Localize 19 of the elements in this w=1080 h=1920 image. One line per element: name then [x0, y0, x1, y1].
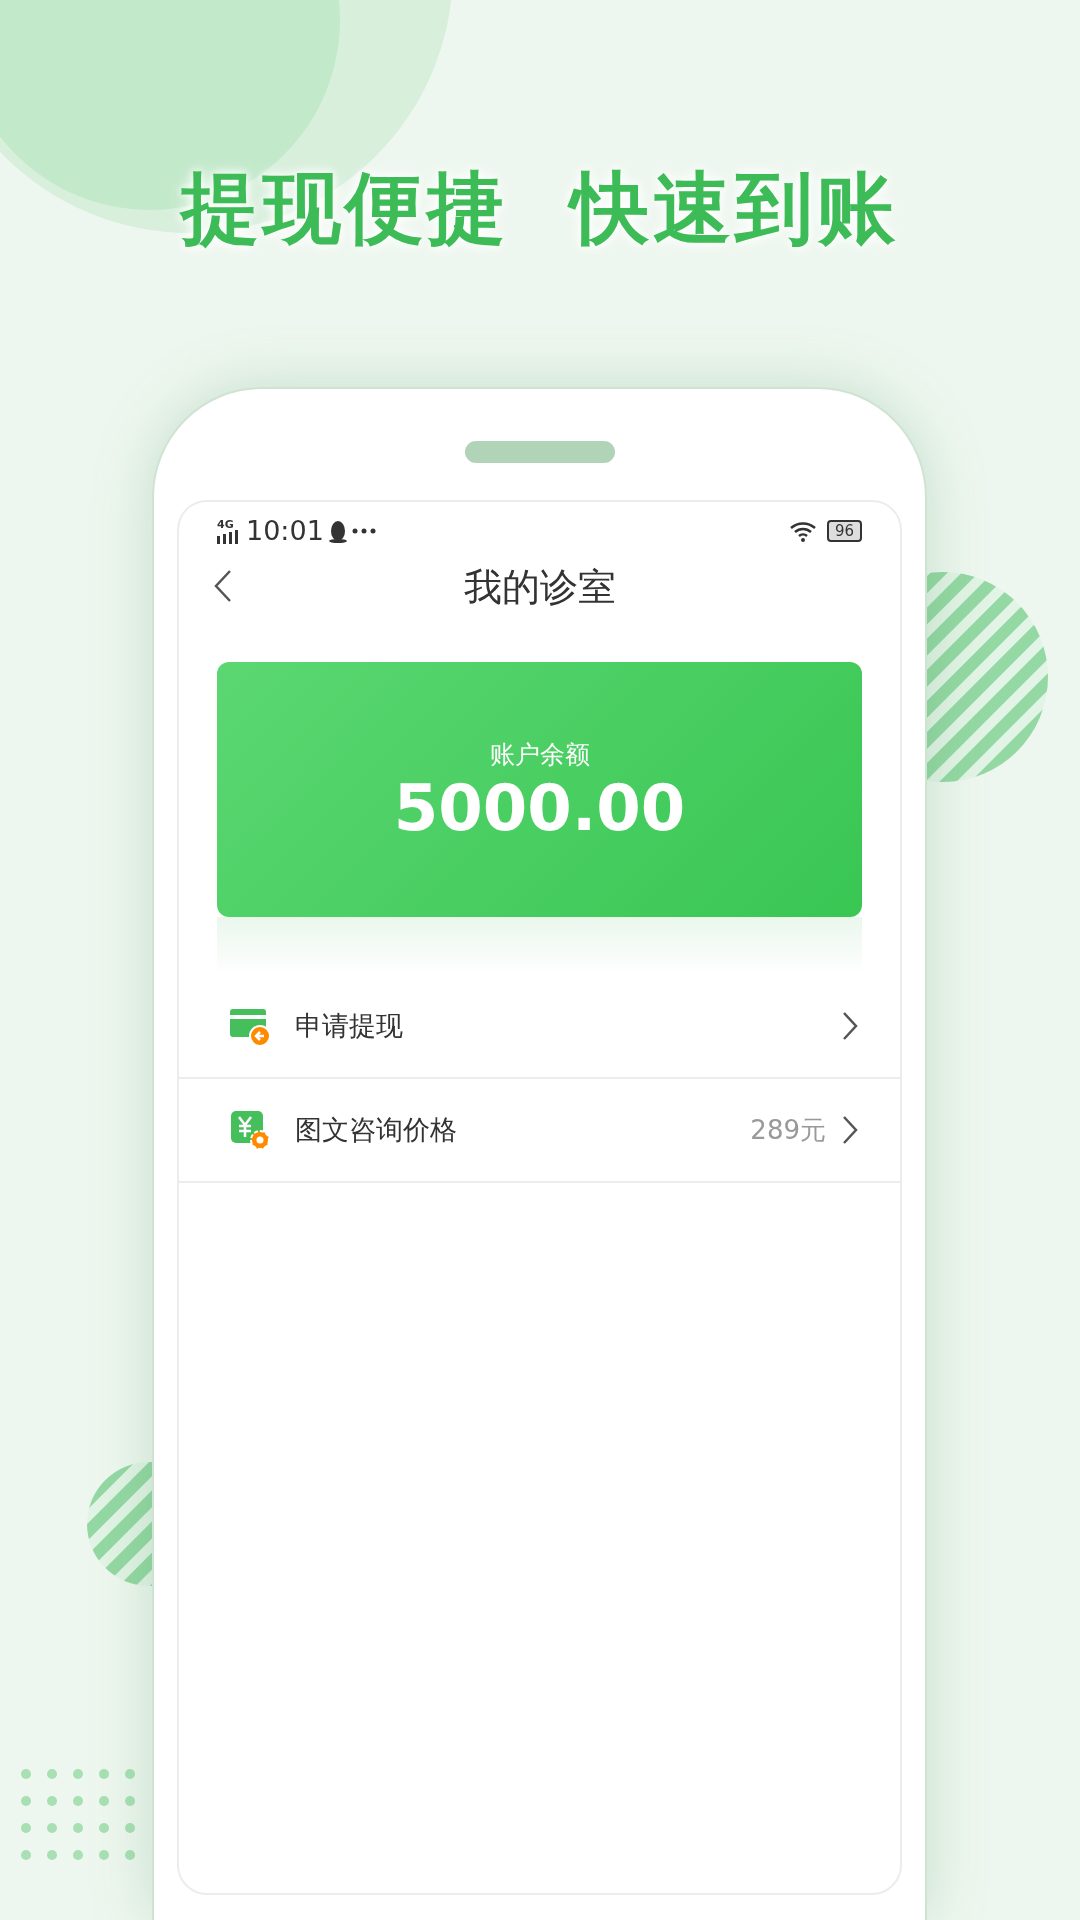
- network-type: 4G: [217, 518, 234, 530]
- cellular-signal-icon: [217, 529, 238, 544]
- page-title: 我的诊室: [463, 563, 616, 611]
- menu-label: 图文咨询价格: [295, 1112, 458, 1147]
- chevron-right-icon: [842, 1011, 858, 1041]
- status-time: 10:01: [246, 513, 324, 548]
- chevron-right-icon: [842, 1115, 858, 1145]
- battery-indicator: 96: [826, 520, 862, 542]
- menu-row[interactable]: 图文咨询价格 289元: [179, 1079, 900, 1183]
- price-settings-icon: [229, 1109, 271, 1151]
- more-icon: [351, 528, 376, 534]
- back-icon[interactable]: [214, 569, 232, 603]
- menu-value: 289元: [750, 1113, 826, 1147]
- balance-label: 账户余额: [489, 738, 590, 771]
- menu-label: 申请提现: [295, 1008, 404, 1043]
- headline: 提现便捷 快速到账: [180, 163, 900, 253]
- balance-amount: 5000.00: [393, 773, 686, 844]
- menu-row[interactable]: 申请提现: [179, 975, 900, 1079]
- penguin-icon: [327, 519, 348, 543]
